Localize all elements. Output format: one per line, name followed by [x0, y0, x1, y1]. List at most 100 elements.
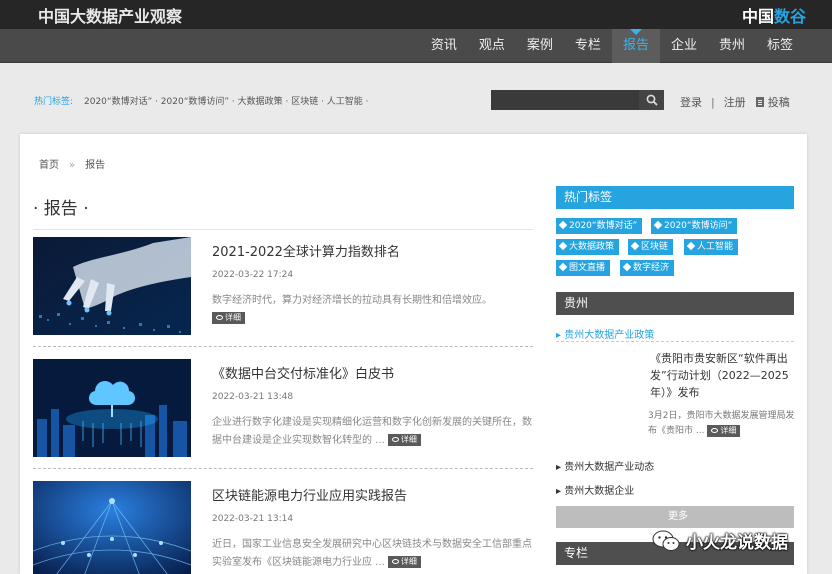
hot-tags-label: 热门标签:: [34, 97, 74, 107]
tag-label: 数字经济: [633, 263, 670, 273]
search-icon: [646, 94, 658, 106]
article-title[interactable]: 《数据中台交付标准化》白皮书: [212, 363, 394, 382]
article-item: 区块链能源电力行业应用实践报告 2022-03-21 13:14 近日，国家工业…: [33, 481, 533, 574]
cloud-data-image: [33, 359, 191, 457]
article-desc: 数字经济时代，算力对经济增长的拉动具有长期性和倍增效应。 详细: [212, 292, 532, 328]
tag-item[interactable]: 图文直播: [556, 260, 611, 276]
nav-item-reports[interactable]: 报告: [611, 29, 660, 63]
search-input[interactable]: [491, 90, 639, 110]
search-button[interactable]: [639, 90, 664, 110]
tag-icon: [558, 241, 568, 250]
nav-item-cases[interactable]: 案例: [516, 29, 564, 63]
breadcrumb-separator: »: [69, 160, 76, 171]
eye-icon: [391, 437, 399, 442]
account-separator: |: [711, 95, 715, 109]
tag-icon: [630, 241, 640, 250]
featured-article-desc: 3月2日，贵阳市大数据发展管理局发布《贵阳市 ... 详细: [648, 409, 798, 439]
guizhou-policy-label: 贵州大数据产业政策: [564, 330, 655, 341]
tag-label: 人工智能: [697, 242, 734, 252]
tag-icon: [558, 220, 568, 229]
page-title: · 报告 ·: [33, 199, 89, 219]
eye-icon: [391, 559, 399, 564]
login-link[interactable]: 登录: [680, 94, 702, 110]
tag-item[interactable]: 区块链: [628, 239, 674, 255]
guizhou-policy-link[interactable]: ▸ 贵州大数据产业政策: [556, 326, 654, 341]
tag-label: 区块链: [641, 242, 669, 252]
breadcrumb: 首页 » 报告: [39, 156, 105, 171]
register-link[interactable]: 注册: [724, 94, 746, 110]
nav-item-guizhou[interactable]: 贵州: [708, 29, 756, 63]
tag-icon: [686, 241, 696, 250]
tag-label: 图文直播: [569, 263, 606, 273]
detail-label: 详细: [400, 557, 417, 566]
submit-link[interactable]: 投稿: [755, 94, 790, 110]
detail-button[interactable]: 详细: [387, 434, 421, 446]
detail-button[interactable]: 详细: [387, 556, 421, 568]
content-panel: 首页 » 报告 · 报告 · 2021-2022全球计算力指数排名 2022-03…: [20, 134, 807, 574]
article-item: 2021-2022全球计算力指数排名 2022-03-22 17:24 数字经济…: [33, 237, 533, 337]
article-date: 2022-03-22 17:24: [212, 270, 294, 280]
tag-label: 大数据政策: [569, 242, 615, 252]
article-date: 2022-03-21 13:14: [212, 514, 294, 524]
featured-article-title[interactable]: 《贵阳市贵安新区“软件再出发”行动计划（2022—2025年）》发布: [650, 350, 792, 401]
tag-icon: [653, 220, 663, 229]
article-desc: 企业进行数字化建设是实现精细化运营和数字化创新发展的关键所在，数据中台建设是企业…: [212, 414, 532, 450]
tag-item[interactable]: 人工智能: [684, 239, 739, 255]
sidebar-link-label: 贵州大数据产业动态: [564, 462, 655, 473]
watermark-text: 小火龙说数据: [686, 533, 788, 553]
article-desc-text: 企业进行数字化建设是实现精细化运营和数字化创新发展的关键所在，数据中台建设是企业…: [212, 417, 532, 446]
main-nav: 资讯 观点 案例 专栏 报告 企业 贵州 标签: [420, 29, 804, 63]
submit-label: 投稿: [767, 96, 790, 109]
featured-detail-button[interactable]: 详细: [707, 424, 741, 437]
blockchain-network-image: [33, 481, 191, 574]
nav-item-companies[interactable]: 企业: [660, 29, 708, 63]
sidebar-link-industry-news[interactable]: ▸ 贵州大数据产业动态: [556, 458, 654, 473]
tag-item[interactable]: 2020“数博访问”: [651, 218, 738, 234]
article-divider: [33, 468, 533, 469]
title-divider: [33, 229, 533, 230]
utility-bar: 热门标签: 2020“数博对话” · 2020“数博访问” · 大数据政策 · …: [0, 85, 832, 115]
article-desc: 近日，国家工业信息安全发展研究中心区块链技术与数据安全工信部重点实验室发布《区块…: [212, 536, 532, 572]
tag-icon: [622, 262, 632, 271]
tag-item[interactable]: 2020“数博对话”: [556, 218, 643, 234]
article-desc-text: 数字经济时代，算力对经济增长的拉动具有长期性和倍增效应。: [212, 295, 492, 306]
article-date: 2022-03-21 13:48: [212, 392, 294, 402]
top-header: 中国大数据产业观察 中国数谷: [0, 0, 832, 29]
eye-icon: [216, 315, 223, 320]
article-title[interactable]: 2021-2022全球计算力指数排名: [212, 241, 400, 260]
sidebar-divider: [556, 341, 794, 342]
detail-button[interactable]: 详细: [212, 312, 245, 324]
detail-label: 详细: [400, 435, 417, 444]
document-icon: [755, 97, 764, 107]
sidebar-link-label: 贵州大数据企业: [564, 486, 635, 497]
article-thumbnail[interactable]: [33, 237, 191, 335]
article-title[interactable]: 区块链能源电力行业应用实践报告: [212, 485, 407, 504]
tag-label: 2020“数博访问”: [664, 221, 733, 231]
brand-logo[interactable]: 中国数谷: [742, 3, 806, 27]
detail-label: 详细: [720, 425, 737, 435]
sidebar-guizhou-heading: 贵州: [556, 292, 794, 315]
watermark: 小火龙说数据: [652, 528, 788, 553]
tag-item[interactable]: 大数据政策: [556, 239, 620, 255]
hot-tags-links[interactable]: 2020“数博对话” · 2020“数博访问” · 大数据政策 · 区块链 · …: [84, 94, 369, 107]
tag-item[interactable]: 数字经济: [620, 260, 675, 276]
brand-part1: 中国: [741, 7, 774, 26]
nav-item-tags[interactable]: 标签: [756, 29, 804, 63]
article-item: 《数据中台交付标准化》白皮书 2022-03-21 13:48 企业进行数字化建…: [33, 359, 533, 459]
tag-label: 2020“数博对话”: [569, 221, 638, 231]
site-title[interactable]: 中国大数据产业观察: [38, 3, 182, 27]
article-thumbnail[interactable]: [33, 359, 191, 457]
breadcrumb-current: 报告: [85, 160, 106, 171]
tag-icon: [558, 262, 568, 271]
breadcrumb-home[interactable]: 首页: [39, 160, 59, 171]
more-button[interactable]: 更多: [556, 506, 794, 528]
detail-label: 详细: [225, 313, 241, 322]
sidebar-link-enterprises[interactable]: ▸ 贵州大数据企业: [556, 482, 634, 497]
brand-part2: 数谷: [773, 7, 806, 26]
nav-bar: 资讯 观点 案例 专栏 报告 企业 贵州 标签: [0, 29, 832, 63]
nav-item-news[interactable]: 资讯: [420, 29, 468, 63]
article-thumbnail[interactable]: [33, 481, 191, 574]
nav-item-opinion[interactable]: 观点: [468, 29, 516, 63]
nav-item-column[interactable]: 专栏: [564, 29, 612, 63]
article-desc-text: 近日，国家工业信息安全发展研究中心区块链技术与数据安全工信部重点实验室发布《区块…: [212, 539, 532, 568]
